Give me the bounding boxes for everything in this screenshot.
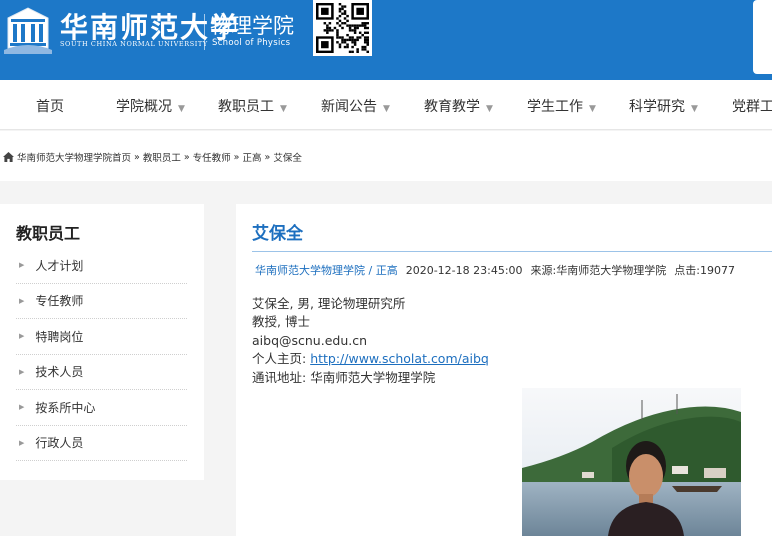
sidebar-item-talent[interactable]: ▶ 人才计划 bbox=[16, 248, 187, 284]
triangle-right-icon: ▶ bbox=[19, 261, 25, 270]
logo-divider bbox=[204, 14, 205, 50]
nav-item-research[interactable]: 科学研究 ▼ bbox=[629, 96, 698, 116]
home-icon bbox=[3, 152, 14, 162]
sidebar: 教职员工 ▶ 人才计划 ▶ 专任教师 ▶ 特聘岗位 ▶ 技术人员 ▶ 按系所中心 ▶ 行政人… bbox=[0, 204, 204, 480]
sidebar-item-label: 按系所中心 bbox=[35, 400, 96, 415]
breadcrumb-teachers[interactable]: 专任教师 bbox=[193, 150, 231, 164]
qr-code-icon bbox=[313, 0, 372, 56]
triangle-right-icon: ▶ bbox=[19, 367, 25, 376]
breadcrumb-separator: » bbox=[264, 151, 271, 163]
sidebar-item-label: 人才计划 bbox=[35, 258, 84, 273]
click-count: 19077 bbox=[699, 264, 735, 277]
triangle-right-icon: ▶ bbox=[19, 332, 25, 341]
article-body: 艾保全, 男, 理论物理研究所 教授, 博士 aibq@scnu.edu.cn … bbox=[252, 295, 489, 387]
homepage-link[interactable]: http://www.scholat.com/aibq bbox=[310, 351, 489, 366]
university-emblem-icon[interactable] bbox=[4, 4, 52, 54]
article-title: 艾保全 bbox=[252, 224, 303, 244]
header-search-box[interactable] bbox=[753, 0, 772, 74]
nav-label: 学院概况 bbox=[116, 99, 172, 115]
nav-item-about[interactable]: 学院概况 ▼ bbox=[116, 96, 185, 116]
nav-item-staff[interactable]: 教职员工 ▼ bbox=[218, 96, 287, 116]
sidebar-title: 教职员工 bbox=[16, 224, 81, 243]
article-category-link[interactable]: 华南师范大学物理学院 / 正高 bbox=[255, 264, 398, 277]
site-header: 华南师范大学 SOUTH CHINA NORMAL UNIVERSITY 物理学… bbox=[0, 0, 772, 80]
university-name-en: SOUTH CHINA NORMAL UNIVERSITY bbox=[60, 40, 208, 48]
article-date: 2020-12-18 23:45:00 bbox=[405, 264, 523, 277]
nav-item-students[interactable]: 学生工作 ▼ bbox=[527, 96, 596, 116]
sidebar-item-departments[interactable]: ▶ 按系所中心 bbox=[16, 390, 187, 426]
sidebar-item-technical[interactable]: ▶ 技术人员 bbox=[16, 355, 187, 390]
nav-item-news[interactable]: 新闻公告 ▼ bbox=[321, 96, 390, 116]
article-source: 华南师范大学物理学院 bbox=[556, 264, 667, 277]
breadcrumb-separator: » bbox=[183, 151, 190, 163]
article-panel: 艾保全 华南师范大学物理学院 / 正高 2020-12-18 23:45:00 来源… bbox=[236, 204, 772, 536]
breadcrumb-professor[interactable]: 正高 bbox=[242, 150, 261, 164]
caret-down-icon: ▼ bbox=[383, 104, 390, 114]
nav-label: 科学研究 bbox=[629, 99, 685, 115]
main-nav: 首页 学院概况 ▼ 教职员工 ▼ 新闻公告 ▼ 教育教学 ▼ 学生工作 ▼ 科学研究 ▼ 党… bbox=[0, 80, 772, 130]
profile-line: 艾保全, 男, 理论物理研究所 bbox=[252, 296, 406, 311]
address-text: 华南师范大学物理学院 bbox=[310, 369, 436, 385]
nav-label: 首页 bbox=[36, 99, 64, 115]
breadcrumb-separator: » bbox=[134, 151, 140, 163]
profile-photo bbox=[522, 388, 741, 536]
sidebar-item-admin[interactable]: ▶ 行政人员 bbox=[16, 426, 187, 461]
school-name[interactable]: 物理学院 bbox=[210, 10, 294, 40]
nav-label: 党群工 bbox=[732, 99, 772, 115]
breadcrumb-separator: » bbox=[233, 151, 240, 163]
address-label: 通讯地址: bbox=[252, 369, 311, 385]
nav-label: 教育教学 bbox=[424, 99, 480, 115]
breadcrumb-bar: 华南师范大学物理学院首页 » 教职员工 » 专任教师 » 正高 » 艾保全 bbox=[0, 131, 772, 181]
nav-item-home[interactable]: 首页 bbox=[36, 96, 64, 116]
sidebar-item-label: 技术人员 bbox=[35, 365, 84, 380]
nav-item-party[interactable]: 党群工 bbox=[732, 96, 772, 116]
caret-down-icon: ▼ bbox=[178, 104, 185, 114]
caret-down-icon: ▼ bbox=[486, 104, 493, 114]
nav-label: 新闻公告 bbox=[321, 99, 377, 115]
profile-line: 教授, 博士 bbox=[252, 314, 310, 330]
clicks-label: 点击: bbox=[674, 264, 700, 277]
breadcrumb-current: 艾保全 bbox=[273, 153, 302, 164]
nav-label: 学生工作 bbox=[527, 99, 583, 115]
sidebar-list: ▶ 人才计划 ▶ 专任教师 ▶ 特聘岗位 ▶ 技术人员 ▶ 按系所中心 ▶ 行政人员 bbox=[16, 248, 187, 461]
email-text: aibq@scnu.edu.cn bbox=[252, 332, 368, 348]
homepage-label: 个人主页: bbox=[252, 351, 311, 367]
nav-item-education[interactable]: 教育教学 ▼ bbox=[424, 96, 493, 116]
address-line: 通讯地址: 华南师范大学物理学院 bbox=[252, 369, 489, 387]
caret-down-icon: ▼ bbox=[691, 104, 698, 114]
breadcrumb-staff[interactable]: 教职员工 bbox=[143, 150, 181, 164]
triangle-right-icon: ▶ bbox=[19, 403, 25, 412]
homepage-line: 个人主页: http://www.scholat.com/aibq bbox=[252, 350, 489, 368]
triangle-right-icon: ▶ bbox=[19, 438, 25, 447]
sidebar-item-special-posts[interactable]: ▶ 特聘岗位 bbox=[16, 319, 187, 355]
article-meta: 华南师范大学物理学院 / 正高 2020-12-18 23:45:00 来源:华南师… bbox=[255, 262, 735, 278]
sidebar-item-teachers[interactable]: ▶ 专任教师 bbox=[16, 284, 187, 319]
sidebar-item-label: 专任教师 bbox=[35, 294, 84, 309]
source-label: 来源: bbox=[530, 264, 557, 277]
nav-label: 教职员工 bbox=[218, 99, 274, 115]
caret-down-icon: ▼ bbox=[589, 104, 596, 114]
title-divider bbox=[252, 251, 772, 252]
sidebar-item-label: 行政人员 bbox=[35, 436, 84, 451]
school-name-en: School of Physics bbox=[212, 38, 291, 48]
sidebar-item-label: 特聘岗位 bbox=[35, 329, 84, 344]
caret-down-icon: ▼ bbox=[280, 104, 287, 114]
breadcrumb-home[interactable]: 华南师范大学物理学院首页 bbox=[17, 150, 131, 164]
breadcrumb: 华南师范大学物理学院首页 » 教职员工 » 专任教师 » 正高 » 艾保全 bbox=[3, 150, 302, 164]
triangle-right-icon: ▶ bbox=[19, 296, 25, 305]
